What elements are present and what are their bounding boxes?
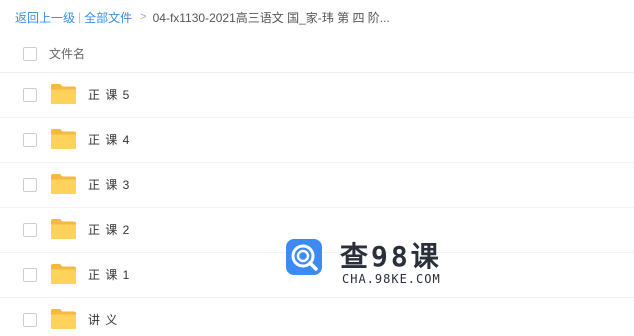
row-checkbox[interactable] — [23, 178, 37, 192]
column-header-filename[interactable]: 文件名 — [49, 45, 85, 62]
row-checkbox[interactable] — [23, 223, 37, 237]
folder-name[interactable]: 正 课 5 — [88, 86, 130, 103]
list-item[interactable]: 正 课 3 — [0, 163, 634, 208]
folder-icon — [51, 84, 76, 104]
list-item[interactable]: 正 课 2 — [0, 208, 634, 253]
breadcrumb-separator: | — [78, 10, 82, 24]
breadcrumb-current-folder: 04-fx1130-2021高三语文 国_家-玮 第 四 阶... — [152, 10, 390, 25]
folder-icon — [51, 219, 76, 239]
folder-name[interactable]: 正 课 1 — [88, 266, 130, 283]
folder-icon — [51, 174, 76, 194]
file-list-header: 文件名 — [0, 35, 634, 73]
folder-name[interactable]: 正 课 4 — [88, 131, 130, 148]
folder-icon — [51, 129, 76, 149]
back-link[interactable]: 返回上一级 — [15, 9, 75, 26]
breadcrumb-arrow-icon: > — [140, 11, 147, 23]
breadcrumb: 返回上一级 | 全部文件 > 04-fx1130-2021高三语文 国_家-玮 … — [15, 8, 390, 26]
folder-icon — [51, 309, 76, 329]
row-checkbox[interactable] — [23, 268, 37, 282]
row-checkbox[interactable] — [23, 133, 37, 147]
all-files-link[interactable]: 全部文件 — [84, 9, 132, 26]
list-item[interactable]: 讲 义 — [0, 298, 634, 336]
list-item[interactable]: 正 课 5 — [0, 73, 634, 118]
row-checkbox[interactable] — [23, 88, 37, 102]
list-item[interactable]: 正 课 1 — [0, 253, 634, 298]
folder-name[interactable]: 正 课 2 — [88, 221, 130, 238]
folder-name[interactable]: 正 课 3 — [88, 176, 130, 193]
file-browser: 返回上一级 | 全部文件 > 04-fx1130-2021高三语文 国_家-玮 … — [0, 0, 634, 336]
folder-name[interactable]: 讲 义 — [88, 311, 118, 328]
select-all-checkbox[interactable] — [23, 46, 37, 61]
folder-icon — [51, 264, 76, 284]
row-checkbox[interactable] — [23, 313, 37, 327]
list-item[interactable]: 正 课 4 — [0, 118, 634, 163]
